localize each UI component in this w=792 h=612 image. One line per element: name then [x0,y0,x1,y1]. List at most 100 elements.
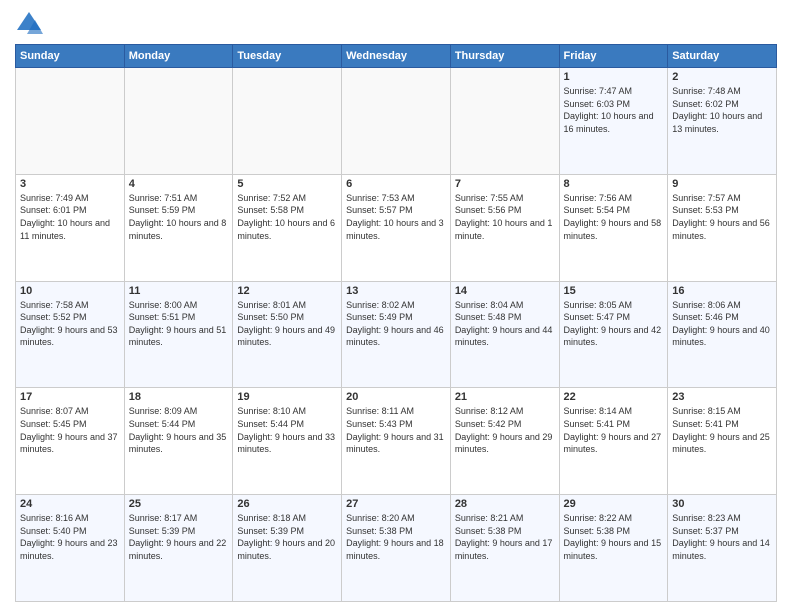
day-info: Sunrise: 8:06 AM Sunset: 5:46 PM Dayligh… [672,299,772,349]
calendar-cell: 7 Sunrise: 7:55 AM Sunset: 5:56 PM Daylig… [450,174,559,281]
day-info: Sunrise: 8:09 AM Sunset: 5:44 PM Dayligh… [129,405,229,455]
day-number: 17 [20,391,120,403]
day-info: Sunrise: 8:10 AM Sunset: 5:44 PM Dayligh… [237,405,337,455]
calendar-cell: 27 Sunrise: 8:20 AM Sunset: 5:38 PM Dayli… [342,495,451,602]
day-number: 11 [129,285,229,297]
calendar-cell: 17 Sunrise: 8:07 AM Sunset: 5:45 PM Dayli… [16,388,125,495]
day-info: Sunrise: 8:07 AM Sunset: 5:45 PM Dayligh… [20,405,120,455]
weekday-header-saturday: Saturday [668,45,777,68]
calendar-cell: 16 Sunrise: 8:06 AM Sunset: 5:46 PM Dayli… [668,281,777,388]
day-info: Sunrise: 8:15 AM Sunset: 5:41 PM Dayligh… [672,405,772,455]
calendar-header: SundayMondayTuesdayWednesdayThursdayFrid… [16,45,777,68]
week-row-1: 3 Sunrise: 7:49 AM Sunset: 6:01 PM Daylig… [16,174,777,281]
day-number: 20 [346,391,446,403]
calendar-cell: 8Sunrise: 7:56 AM Sunset: 5:54 PM Daylig… [559,174,668,281]
calendar-cell: 28 Sunrise: 8:21 AM Sunset: 5:38 PM Dayli… [450,495,559,602]
day-number: 29 [564,498,664,510]
calendar-cell: 14 Sunrise: 8:04 AM Sunset: 5:48 PM Dayli… [450,281,559,388]
week-row-0: 1 Sunrise: 7:47 AM Sunset: 6:03 PM Daylig… [16,68,777,175]
week-row-3: 17 Sunrise: 8:07 AM Sunset: 5:45 PM Dayli… [16,388,777,495]
day-number: 12 [237,285,337,297]
calendar-cell: 12Sunrise: 8:01 AM Sunset: 5:50 PM Dayli… [233,281,342,388]
day-number: 15 [564,285,664,297]
day-number: 5 [237,178,337,190]
day-info: Sunrise: 8:12 AM Sunset: 5:42 PM Dayligh… [455,405,555,455]
calendar-cell [124,68,233,175]
day-number: 26 [237,498,337,510]
weekday-header-friday: Friday [559,45,668,68]
day-number: 27 [346,498,446,510]
day-info: Sunrise: 7:57 AM Sunset: 5:53 PM Dayligh… [672,192,772,242]
day-info: Sunrise: 8:16 AM Sunset: 5:40 PM Dayligh… [20,512,120,562]
calendar-cell [450,68,559,175]
day-number: 6 [346,178,446,190]
day-info: Sunrise: 8:05 AM Sunset: 5:47 PM Dayligh… [564,299,664,349]
day-info: Sunrise: 8:04 AM Sunset: 5:48 PM Dayligh… [455,299,555,349]
day-number: 22 [564,391,664,403]
day-number: 21 [455,391,555,403]
day-info: Sunrise: 8:14 AM Sunset: 5:41 PM Dayligh… [564,405,664,455]
day-number: 18 [129,391,229,403]
calendar-cell: 13 Sunrise: 8:02 AM Sunset: 5:49 PM Dayli… [342,281,451,388]
day-number: 30 [672,498,772,510]
weekday-row: SundayMondayTuesdayWednesdayThursdayFrid… [16,45,777,68]
calendar-cell: 24Sunrise: 8:16 AM Sunset: 5:40 PM Dayli… [16,495,125,602]
day-number: 16 [672,285,772,297]
calendar-cell: 11 Sunrise: 8:00 AM Sunset: 5:51 PM Dayli… [124,281,233,388]
day-info: Sunrise: 7:48 AM Sunset: 6:02 PM Dayligh… [672,85,772,135]
day-number: 25 [129,498,229,510]
logo-icon [15,10,43,38]
header [15,10,777,38]
calendar-table: SundayMondayTuesdayWednesdayThursdayFrid… [15,44,777,602]
calendar-cell: 2 Sunrise: 7:48 AM Sunset: 6:02 PM Daylig… [668,68,777,175]
day-number: 10 [20,285,120,297]
day-info: Sunrise: 7:49 AM Sunset: 6:01 PM Dayligh… [20,192,120,242]
day-number: 7 [455,178,555,190]
day-number: 28 [455,498,555,510]
day-number: 1 [564,71,664,83]
week-row-4: 24Sunrise: 8:16 AM Sunset: 5:40 PM Dayli… [16,495,777,602]
day-number: 13 [346,285,446,297]
calendar-cell: 4Sunrise: 7:51 AM Sunset: 5:59 PM Daylig… [124,174,233,281]
day-info: Sunrise: 8:17 AM Sunset: 5:39 PM Dayligh… [129,512,229,562]
day-info: Sunrise: 8:22 AM Sunset: 5:38 PM Dayligh… [564,512,664,562]
day-number: 4 [129,178,229,190]
day-info: Sunrise: 8:02 AM Sunset: 5:49 PM Dayligh… [346,299,446,349]
day-number: 14 [455,285,555,297]
day-info: Sunrise: 7:55 AM Sunset: 5:56 PM Dayligh… [455,192,555,242]
weekday-header-wednesday: Wednesday [342,45,451,68]
calendar-cell: 30 Sunrise: 8:23 AM Sunset: 5:37 PM Dayli… [668,495,777,602]
calendar-cell [233,68,342,175]
week-row-2: 10 Sunrise: 7:58 AM Sunset: 5:52 PM Dayli… [16,281,777,388]
day-info: Sunrise: 8:21 AM Sunset: 5:38 PM Dayligh… [455,512,555,562]
calendar-cell: 5Sunrise: 7:52 AM Sunset: 5:58 PM Daylig… [233,174,342,281]
day-info: Sunrise: 8:11 AM Sunset: 5:43 PM Dayligh… [346,405,446,455]
calendar-cell: 22 Sunrise: 8:14 AM Sunset: 5:41 PM Dayli… [559,388,668,495]
day-info: Sunrise: 7:56 AM Sunset: 5:54 PM Dayligh… [564,192,664,242]
day-info: Sunrise: 8:00 AM Sunset: 5:51 PM Dayligh… [129,299,229,349]
weekday-header-thursday: Thursday [450,45,559,68]
calendar-cell: 18 Sunrise: 8:09 AM Sunset: 5:44 PM Dayli… [124,388,233,495]
calendar-cell: 6Sunrise: 7:53 AM Sunset: 5:57 PM Daylig… [342,174,451,281]
day-info: Sunrise: 8:20 AM Sunset: 5:38 PM Dayligh… [346,512,446,562]
calendar-cell: 9 Sunrise: 7:57 AM Sunset: 5:53 PM Daylig… [668,174,777,281]
calendar-cell [342,68,451,175]
calendar-cell [16,68,125,175]
day-info: Sunrise: 8:23 AM Sunset: 5:37 PM Dayligh… [672,512,772,562]
calendar-cell: 29 Sunrise: 8:22 AM Sunset: 5:38 PM Dayli… [559,495,668,602]
day-info: Sunrise: 7:58 AM Sunset: 5:52 PM Dayligh… [20,299,120,349]
day-info: Sunrise: 7:47 AM Sunset: 6:03 PM Dayligh… [564,85,664,135]
day-number: 3 [20,178,120,190]
day-number: 2 [672,71,772,83]
weekday-header-monday: Monday [124,45,233,68]
day-number: 19 [237,391,337,403]
weekday-header-sunday: Sunday [16,45,125,68]
calendar-cell: 15 Sunrise: 8:05 AM Sunset: 5:47 PM Dayli… [559,281,668,388]
calendar-cell: 20 Sunrise: 8:11 AM Sunset: 5:43 PM Dayli… [342,388,451,495]
calendar-cell: 1 Sunrise: 7:47 AM Sunset: 6:03 PM Daylig… [559,68,668,175]
calendar-cell: 25 Sunrise: 8:17 AM Sunset: 5:39 PM Dayli… [124,495,233,602]
calendar-cell: 23Sunrise: 8:15 AM Sunset: 5:41 PM Dayli… [668,388,777,495]
day-number: 9 [672,178,772,190]
logo [15,10,47,38]
calendar-cell: 10 Sunrise: 7:58 AM Sunset: 5:52 PM Dayli… [16,281,125,388]
